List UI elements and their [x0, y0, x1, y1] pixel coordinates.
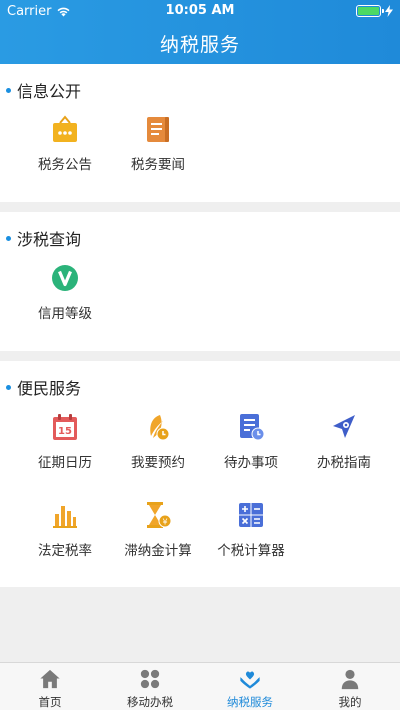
section-title: 涉税查询	[6, 226, 81, 250]
hourglass-icon: ¥	[147, 502, 172, 528]
home-icon	[40, 669, 60, 689]
appointment-quill-icon	[150, 415, 170, 441]
svg-text:15: 15	[58, 426, 72, 437]
grid-item-tax-guide[interactable]: 办税指南	[294, 412, 394, 471]
tab-tax-service[interactable]: 纳税服务	[200, 663, 300, 710]
notice-icon	[53, 115, 77, 142]
section-title: 便民服务	[6, 375, 81, 399]
grid-item-tax-notice[interactable]: 税务公告	[15, 114, 115, 173]
todo-doc-icon	[240, 414, 265, 441]
credit-v-icon	[52, 265, 78, 291]
section-title: 信息公开	[6, 78, 81, 102]
calculator-icon	[239, 503, 263, 527]
svg-text:¥: ¥	[162, 518, 167, 527]
grid-item-tax-rate[interactable]: 法定税率	[15, 500, 115, 559]
grid-item-income-tax-calculator[interactable]: 个税计算器	[201, 500, 301, 559]
section-tax-query: 涉税查询 信用等级	[0, 212, 400, 351]
bar-chart-icon	[53, 506, 77, 528]
grid-item-tax-news[interactable]: 税务要闻	[108, 114, 208, 173]
app-header: Carrier 10:05 AM 纳税服务	[0, 0, 400, 64]
grid-item-credit-level[interactable]: 信用等级	[15, 263, 115, 322]
tab-home[interactable]: 首页	[0, 663, 100, 710]
grid-item-appointment[interactable]: 我要预约	[108, 412, 208, 471]
grid-item-tax-calendar[interactable]: 15 征期日历	[15, 412, 115, 471]
page-title: 纳税服务	[159, 34, 240, 56]
section-info-public: 信息公开 税务公告 税务要闻	[0, 64, 400, 202]
grid-circles-icon	[140, 669, 160, 689]
status-time: 10:05 AM	[165, 3, 235, 18]
grid-item-todo[interactable]: 待办事项	[201, 412, 301, 471]
news-book-icon	[147, 117, 169, 142]
tab-mobile-tax[interactable]: 移动办税	[100, 663, 200, 710]
grid-item-late-fee[interactable]: ¥ 滞纳金计算	[108, 500, 208, 559]
calendar-icon: 15	[53, 414, 77, 440]
guide-compass-icon	[333, 415, 355, 438]
tab-mine[interactable]: 我的	[300, 663, 400, 710]
section-convenience-service: 便民服务 15 征期日历 我要预约 待办事项 办税指南 法定税率 ¥ 滞纳金计算…	[0, 361, 400, 587]
heart-hands-icon	[240, 671, 260, 689]
user-icon	[341, 669, 359, 690]
bottom-tab-bar: 首页 移动办税 纳税服务 我的	[0, 662, 400, 710]
